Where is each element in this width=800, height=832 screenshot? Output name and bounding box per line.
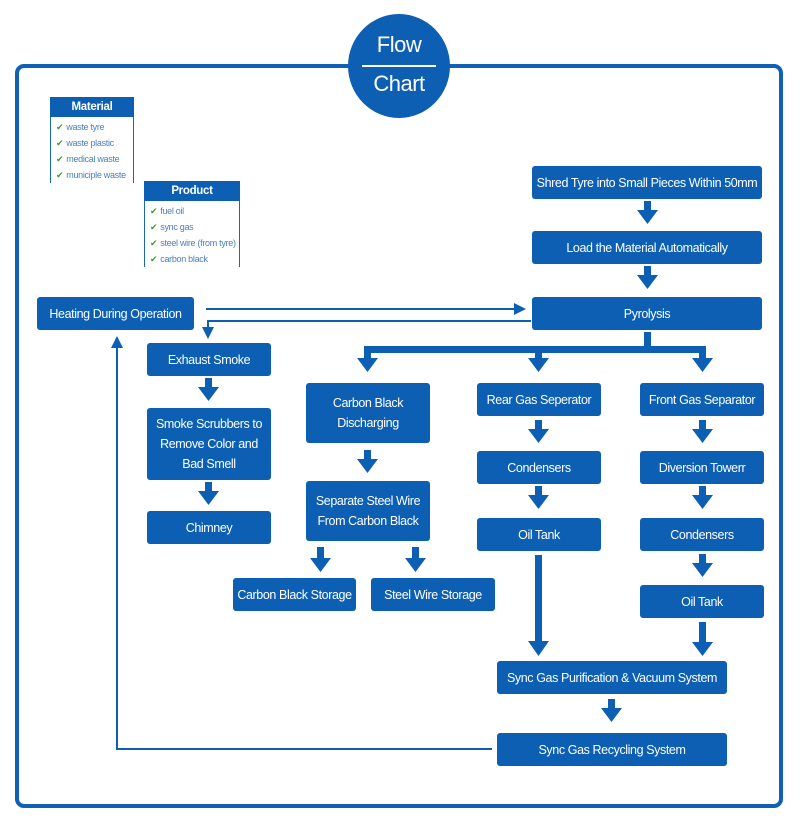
node-carbon-black-storage: Carbon Black Storage bbox=[233, 578, 356, 611]
node-front-oil-tank: Oil Tank bbox=[640, 585, 764, 618]
arrow-scrubbers-to-chimney bbox=[198, 482, 219, 505]
arrow-diversion-to-condensers bbox=[692, 486, 713, 509]
arrow-rear-gas-to-condensers bbox=[528, 420, 549, 443]
legend-item: ✔ waste tyre bbox=[56, 122, 105, 132]
arrow-purification-to-recycling bbox=[601, 699, 622, 722]
node-rear-gas-separator: Rear Gas Seperator bbox=[477, 383, 601, 416]
title-line-2: Chart bbox=[373, 71, 425, 96]
legend-item: ✔ carbon black bbox=[150, 254, 208, 264]
check-icon: ✔ bbox=[56, 122, 64, 132]
node-carbon-black-discharging: Carbon Black Discharging bbox=[306, 383, 430, 443]
check-icon: ✔ bbox=[150, 222, 158, 232]
check-icon: ✔ bbox=[150, 254, 158, 264]
check-icon: ✔ bbox=[56, 170, 64, 180]
node-rear-oil-tank: Oil Tank bbox=[477, 518, 601, 551]
title-line-1: Flow bbox=[376, 32, 422, 57]
node-diversion-tower: Diversion Towerr bbox=[640, 451, 764, 484]
arrow-front-condensers-to-oil bbox=[692, 554, 713, 577]
title-divider bbox=[362, 65, 436, 67]
arrow-exhaust-to-scrubbers bbox=[198, 378, 219, 401]
material-legend: Material ✔ waste tyre ✔ waste plastic ✔ med… bbox=[50, 97, 134, 183]
arrow-load-to-pyrolysis bbox=[637, 266, 658, 289]
node-exhaust-smoke: Exhaust Smoke bbox=[147, 343, 271, 376]
arrow-shred-to-load bbox=[637, 201, 658, 224]
line-pyrolysis-to-exhaust bbox=[202, 320, 531, 339]
node-sync-gas-recycling: Sync Gas Recycling System bbox=[497, 733, 727, 766]
node-rear-condensers: Condensers bbox=[477, 451, 601, 484]
node-steel-wire-storage: Steel Wire Storage bbox=[371, 578, 495, 611]
arrow-rear-oil-to-purification bbox=[528, 555, 549, 656]
material-legend-header: Material bbox=[50, 97, 134, 117]
legend-item: ✔ steel wire (from tyre) bbox=[150, 238, 236, 248]
title-badge: Flow Chart bbox=[348, 14, 450, 118]
node-smoke-scrubbers: Smoke Scrubbers to Remove Color and Bad … bbox=[147, 408, 271, 480]
node-heating: Heating During Operation bbox=[37, 297, 194, 330]
legend-item: ✔ medical waste bbox=[56, 154, 120, 164]
pyrolysis-branch bbox=[357, 332, 713, 372]
legend-item: ✔ fuel oil bbox=[150, 206, 184, 216]
legend-item: ✔ waste plastic bbox=[56, 138, 114, 148]
legend-item: ✔ municiple waste bbox=[56, 170, 126, 180]
node-load: Load the Material Automatically bbox=[532, 231, 762, 264]
arrow-separate-to-cb-storage bbox=[310, 547, 331, 572]
legend-item: ✔ sync gas bbox=[150, 222, 194, 232]
arrow-separate-to-steel-storage bbox=[405, 547, 426, 572]
arrow-front-oil-to-purification bbox=[692, 622, 713, 656]
node-front-condensers: Condensers bbox=[640, 518, 764, 551]
node-chimney: Chimney bbox=[147, 511, 271, 544]
check-icon: ✔ bbox=[56, 154, 64, 164]
check-icon: ✔ bbox=[150, 238, 158, 248]
node-sync-gas-purification: Sync Gas Purification & Vacuum System bbox=[497, 661, 727, 694]
arrow-rear-condensers-to-oil bbox=[528, 486, 549, 509]
check-icon: ✔ bbox=[150, 206, 158, 216]
arrow-discharging-to-separate bbox=[357, 450, 378, 473]
check-icon: ✔ bbox=[56, 138, 64, 148]
node-shred: Shred Tyre into Small Pieces Within 50mm bbox=[532, 166, 762, 199]
node-front-gas-separator: Front Gas Separator bbox=[640, 383, 764, 416]
product-legend: Product ✔ fuel oil ✔ sync gas ✔ steel wire … bbox=[144, 181, 240, 267]
product-legend-header: Product bbox=[144, 181, 240, 201]
node-separate-steel-wire: Separate Steel Wire From Carbon Black bbox=[306, 481, 430, 541]
arrow-front-gas-to-diversion bbox=[692, 420, 713, 443]
node-pyrolysis: Pyrolysis bbox=[532, 297, 762, 330]
